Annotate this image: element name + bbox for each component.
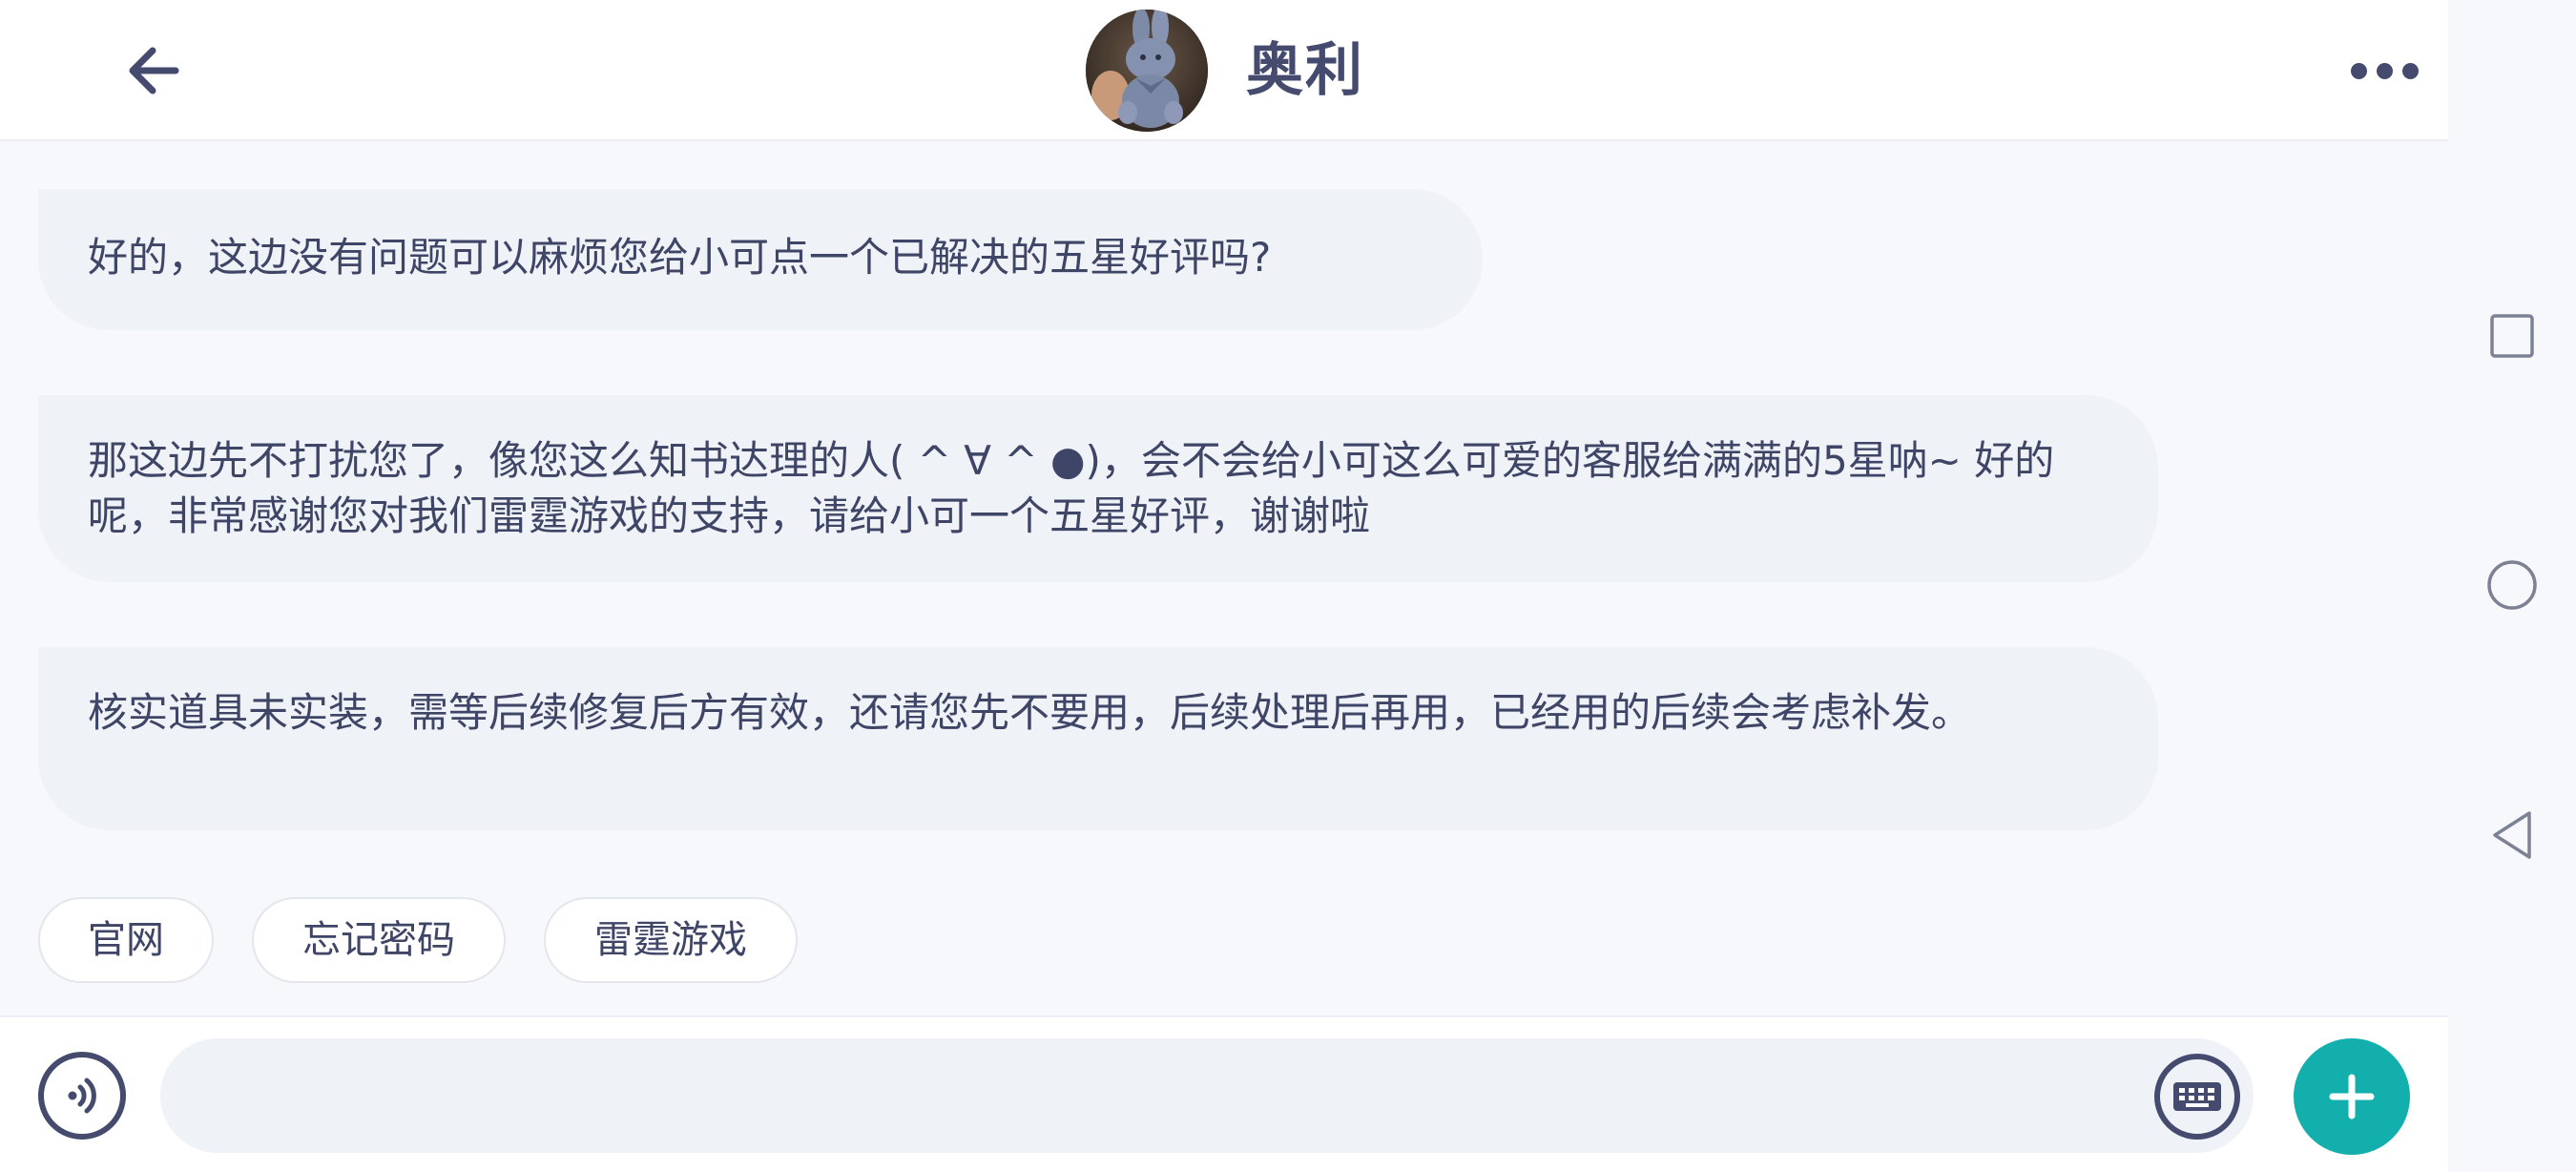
- agent-name: 奥利: [1246, 37, 1364, 104]
- more-button[interactable]: [2341, 42, 2427, 99]
- back-triangle-icon: [2493, 811, 2531, 859]
- home-button[interactable]: [2448, 528, 2576, 642]
- message-bubble: 核实道具未实装，需等后续修复后方有效，还请您先不要用，后续处理后再用，已经用的后…: [38, 647, 2158, 830]
- message-text: 那这边先不打扰您了，像您这么知书达理的人( ^ ∀ ^ ●)，会不会给小可这么可…: [88, 437, 2055, 539]
- voice-icon: [68, 1078, 96, 1114]
- more-dots-icon: [2376, 62, 2393, 79]
- keyboard-button[interactable]: [2154, 1054, 2240, 1140]
- more-dots-icon: [2401, 62, 2419, 79]
- plus-icon: [2329, 1074, 2375, 1120]
- system-nav-bar: [2448, 0, 2576, 1172]
- quick-reply-thunder-games[interactable]: 雷霆游戏: [544, 897, 798, 983]
- voice-button[interactable]: [38, 1052, 126, 1140]
- quick-reply-official-site[interactable]: 官网: [38, 897, 214, 983]
- recent-apps-button[interactable]: [2448, 279, 2576, 393]
- add-button[interactable]: [2294, 1038, 2410, 1155]
- message-text: 核实道具未实装，需等后续修复后方有效，还请您先不要用，后续处理后再用，已经用的后…: [88, 689, 1972, 736]
- recent-apps-icon: [2490, 314, 2534, 358]
- chat-header: 奥利: [0, 0, 2448, 141]
- system-back-button[interactable]: [2448, 778, 2576, 892]
- back-button[interactable]: [114, 36, 191, 105]
- plush-bunny-avatar: [1086, 10, 1208, 132]
- quick-reply-forgot-password[interactable]: 忘记密码: [252, 897, 506, 983]
- message-bubble: 好的，这边没有问题可以麻烦您给小可点一个已解决的五星好评吗?: [38, 189, 1483, 330]
- avatar[interactable]: [1086, 10, 1208, 132]
- more-dots-icon: [2350, 62, 2367, 79]
- message-input[interactable]: [160, 1038, 2254, 1153]
- keyboard-icon: [2173, 1082, 2221, 1111]
- message-bubble: 那这边先不打扰您了，像您这么知书达理的人( ^ ∀ ^ ●)，会不会给小可这么可…: [38, 395, 2158, 582]
- message-text: 好的，这边没有问题可以麻烦您给小可点一个已解决的五星好评吗?: [88, 234, 1272, 281]
- home-icon: [2487, 560, 2537, 610]
- arrow-left-icon: [129, 47, 179, 94]
- input-bar: [0, 1015, 2448, 1172]
- chat-app: 奥利 好的，这边没有问题可以麻烦您给小可点一个已解决的五星好评吗? 那这边先不打…: [0, 0, 2448, 1172]
